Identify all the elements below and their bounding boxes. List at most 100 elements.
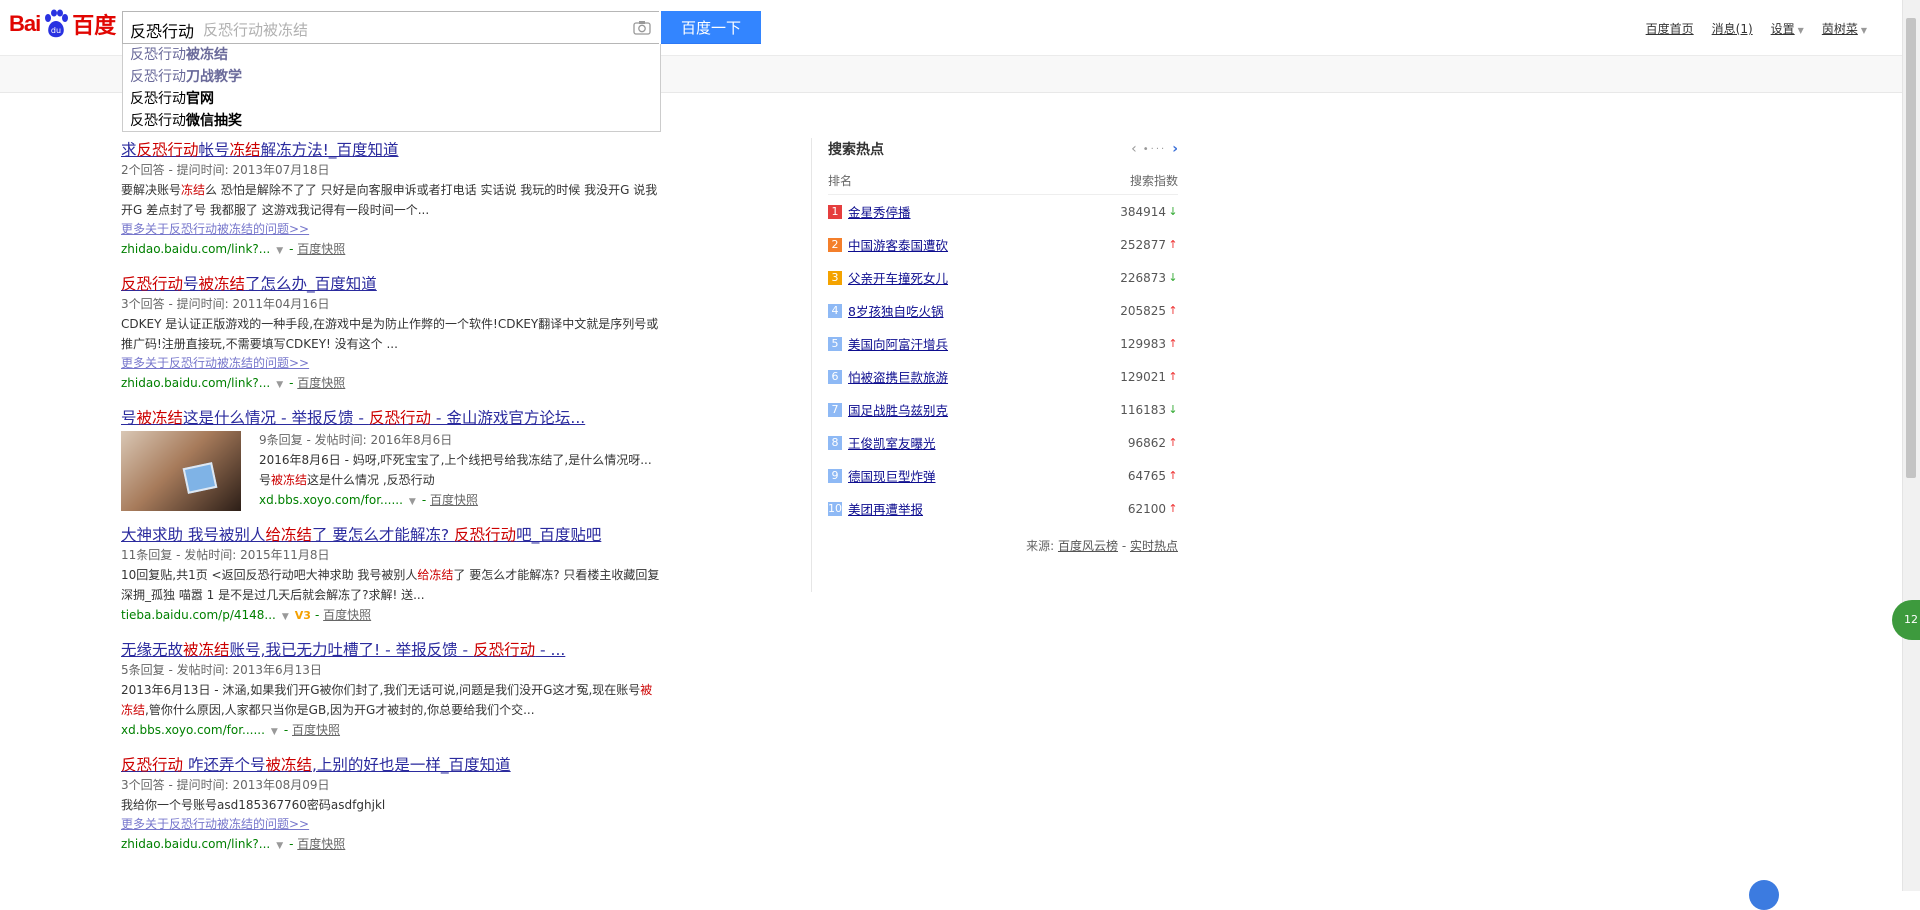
more-questions-link[interactable]: 更多关于反恐行动被冻结的问题>> <box>121 354 671 373</box>
result-title-link[interactable]: 求反恐行动帐号冻结解冻方法!_百度知道 <box>121 141 399 159</box>
baidu-logo[interactable]: Bai du 百度 <box>9 6 116 42</box>
suggestion-prefix: 反恐行动 <box>130 113 186 129</box>
hot-topic-link[interactable]: 国足战胜乌兹别克 <box>848 400 1120 419</box>
hot-topic-link[interactable]: 父亲开车撞死女儿 <box>848 268 1120 287</box>
chevron-right-icon[interactable]: › <box>1172 141 1178 157</box>
results-list: 求反恐行动帐号冻结解冻方法!_百度知道 2个回答 - 提问时间: 2013年07月… <box>121 139 671 868</box>
url-sep: - <box>314 608 324 622</box>
hot-topic-link[interactable]: 美国向阿富汗增兵 <box>848 334 1120 353</box>
hot-row[interactable]: 7 国足战胜乌兹别克 116183 ↓ <box>828 393 1178 426</box>
hot-topic-link[interactable]: 中国游客泰国遭砍 <box>848 235 1120 254</box>
result-title-link[interactable]: 反恐行动 咋还弄个号被冻结,上别的好也是一样_百度知道 <box>121 756 511 774</box>
hot-row[interactable]: 5 美国向阿富汗增兵 129983 ↑ <box>828 327 1178 360</box>
chevron-left-icon[interactable]: ‹ <box>1131 141 1137 157</box>
hot-topic-link[interactable]: 德国现巨型炸弹 <box>848 466 1128 485</box>
result-title-link[interactable]: 反恐行动号被冻结了怎么办_百度知道 <box>121 275 377 293</box>
result-abstract-text: 2013年6月13日 - 沐涵,如果我们开G被你们封了,我们无话可说,问题是我们… <box>121 683 641 697</box>
hot-source-sep: - <box>1121 539 1127 553</box>
result-title-link[interactable]: 无缘无故被冻结账号,我已无力吐槽了! - 举报反馈 - 反恐行动 - ... <box>121 641 565 659</box>
suggestion-item[interactable]: 反恐行动微信抽奖 <box>123 110 660 132</box>
nav-messages-link[interactable]: 消息(1) <box>1712 20 1753 37</box>
arrow-up-icon: ↑ <box>1168 370 1178 383</box>
chevron-down-icon[interactable]: ▼ <box>276 841 283 851</box>
suggestion-item[interactable]: 反恐行动被冻结 <box>123 44 660 66</box>
suggestion-prefix: 反恐行动 <box>130 91 186 107</box>
result-url: xd.bbs.xoyo.com/for...... ▼ - 百度快照 <box>259 490 659 512</box>
hot-row[interactable]: 8 王俊凯室友曝光 96862 ↑ <box>828 426 1178 459</box>
snapshot-link[interactable]: 百度快照 <box>297 837 345 851</box>
hot-index-value: 384914 <box>1120 204 1166 219</box>
result-title-text: 解冻方法!_百度知道 <box>260 141 399 159</box>
page-dots: •··· <box>1142 143 1167 155</box>
hot-source-link-1[interactable]: 百度风云榜 <box>1058 539 1118 553</box>
hot-row[interactable]: 3 父亲开车撞死女儿 226873 ↓ <box>828 261 1178 294</box>
scrollbar-thumb[interactable] <box>1906 18 1916 478</box>
result-url: zhidao.baidu.com/link?... ▼ - 百度快照 <box>121 834 671 856</box>
hot-row[interactable]: 9 德国现巨型炸弹 64765 ↑ <box>828 459 1178 492</box>
more-questions-link[interactable]: 更多关于反恐行动被冻结的问题>> <box>121 815 671 834</box>
suggestion-dropdown: 反恐行动被冻结 反恐行动刀战教学 反恐行动官网 反恐行动微信抽奖 <box>122 44 661 132</box>
hot-topic-link[interactable]: 金星秀停播 <box>848 202 1120 221</box>
hot-rank-badge: 2 <box>828 237 842 252</box>
arrow-down-icon: ↓ <box>1168 403 1178 416</box>
suggestion-item[interactable]: 反恐行动官网 <box>123 88 660 110</box>
result-title-link[interactable]: 号被冻结这是什么情况 - 举报反馈 - 反恐行动 - 金山游戏官方论坛... <box>121 409 585 427</box>
suggestion-prefix: 反恐行动 <box>130 69 186 85</box>
hot-index-value: 129021 <box>1120 369 1166 384</box>
v3-badge: V3 <box>294 609 311 622</box>
result-title-keyword: 反恐行动 <box>121 275 184 293</box>
result-meta: 5条回复 - 发帖时间: 2013年6月13日 <box>121 663 322 677</box>
snapshot-link[interactable]: 百度快照 <box>323 608 371 622</box>
hot-topic-link[interactable]: 8岁孩独自吃火锅 <box>848 301 1120 320</box>
more-questions-link[interactable]: 更多关于反恐行动被冻结的问题>> <box>121 220 671 239</box>
hot-row[interactable]: 6 怕被盗携巨款旅游 129021 ↑ <box>828 360 1178 393</box>
result-title-text: 大神求助 我号被别人 <box>121 526 266 544</box>
scrollbar[interactable] <box>1902 0 1920 891</box>
top-nav: 百度首页 消息(1) 设置 ▼ 茵树菜 ▼ <box>1628 20 1867 37</box>
hot-source-link-2[interactable]: 实时热点 <box>1130 539 1178 553</box>
result-title-text: 了 要怎么才能解冻? <box>311 526 455 544</box>
column-divider <box>811 138 812 592</box>
result-url: zhidao.baidu.com/link?... ▼ - 百度快照 <box>121 373 671 395</box>
thumbnail-tablet <box>182 462 218 494</box>
result-title-link[interactable]: 大神求助 我号被别人给冻结了 要怎么才能解冻? 反恐行动吧_百度贴吧 <box>121 526 601 544</box>
side-badge[interactable]: 12 <box>1892 600 1920 640</box>
hot-row[interactable]: 1 金星秀停播 384914 ↓ <box>828 195 1178 228</box>
suggestion-item[interactable]: 反恐行动刀战教学 <box>123 66 660 88</box>
hot-row[interactable]: 2 中国游客泰国遭砍 252877 ↑ <box>828 228 1178 261</box>
snapshot-link[interactable]: 百度快照 <box>430 493 478 507</box>
hot-rank-badge: 4 <box>828 303 842 318</box>
floating-button[interactable] <box>1749 880 1779 910</box>
hot-row[interactable]: 4 8岁孩独自吃火锅 205825 ↑ <box>828 294 1178 327</box>
result-meta: 3个回答 - 提问时间: 2013年08月09日 <box>121 778 330 792</box>
hot-source-label: 来源: <box>1026 539 1055 553</box>
result-url-text: tieba.baidu.com/p/4148... <box>121 608 276 622</box>
result-thumbnail[interactable] <box>121 431 241 511</box>
arrow-up-icon: ↑ <box>1168 436 1178 449</box>
result-title-keyword: 被冻结 <box>265 756 312 774</box>
chevron-down-icon[interactable]: ▼ <box>271 727 278 737</box>
chevron-down-icon[interactable]: ▼ <box>276 380 283 390</box>
snapshot-link[interactable]: 百度快照 <box>297 376 345 390</box>
chevron-down-icon[interactable]: ▼ <box>276 246 283 256</box>
chevron-down-icon[interactable]: ▼ <box>282 612 289 622</box>
result-meta: 9条回复 - 发帖时间: 2016年8月6日 <box>259 433 453 447</box>
search-input[interactable]: 反恐行动 反恐行动被冻结 <box>122 11 659 44</box>
search-button[interactable]: 百度一下 <box>661 11 761 44</box>
camera-icon[interactable] <box>633 20 651 35</box>
nav-user-label: 茵树菜 <box>1821 22 1858 36</box>
hot-row[interactable]: 10 美团再遭举报 62100 ↑ <box>828 492 1178 525</box>
chevron-down-icon[interactable]: ▼ <box>409 497 416 507</box>
nav-user-link[interactable]: 茵树菜 ▼ <box>1822 20 1867 37</box>
hot-topic-link[interactable]: 怕被盗携巨款旅游 <box>848 367 1120 386</box>
result-meta: 2个回答 - 提问时间: 2013年07月18日 <box>121 163 330 177</box>
result-abstract-text: 我给你一个号账号asd185367760密码asdfghjkl <box>121 798 386 812</box>
nav-settings-link[interactable]: 设置 ▼ <box>1771 20 1804 37</box>
result-title-keyword: 反恐行动 <box>136 141 199 159</box>
hot-topic-link[interactable]: 王俊凯室友曝光 <box>848 433 1128 452</box>
snapshot-link[interactable]: 百度快照 <box>297 242 345 256</box>
nav-home-link[interactable]: 百度首页 <box>1646 20 1694 37</box>
hot-topic-link[interactable]: 美团再遭举报 <box>848 499 1128 518</box>
snapshot-link[interactable]: 百度快照 <box>292 723 340 737</box>
hot-index-value: 252877 <box>1120 237 1166 252</box>
